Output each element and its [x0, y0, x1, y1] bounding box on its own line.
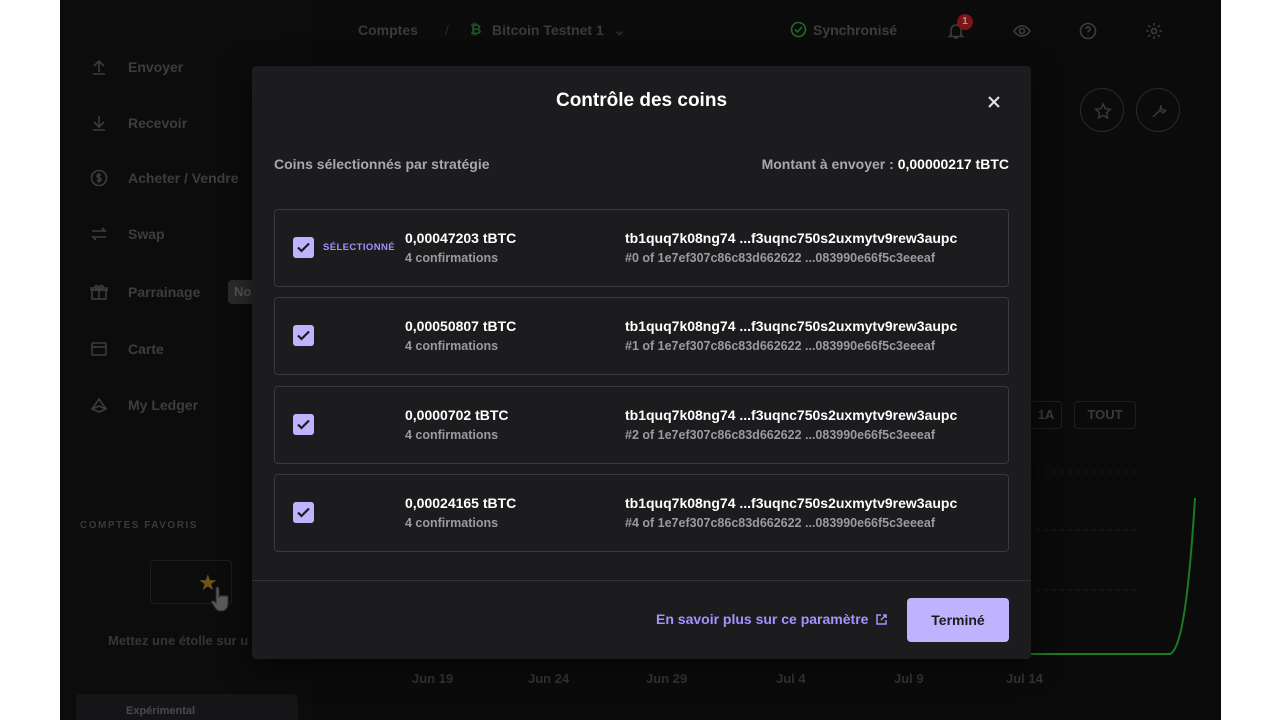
coin-transaction: #2 of 1e7ef307c86c83d662622 ...083990e66… — [625, 428, 935, 442]
checkmark-icon — [297, 330, 310, 341]
coin-amount: 0,0000702 tBTC — [405, 407, 509, 423]
coin-transaction: #4 of 1e7ef307c86c83d662622 ...083990e66… — [625, 516, 935, 530]
strategy-label: Coins sélectionnés par stratégie — [274, 156, 490, 172]
coin-row[interactable]: 0,00024165 tBTC 4 confirmations tb1quq7k… — [274, 474, 1009, 552]
coin-transaction: #1 of 1e7ef307c86c83d662622 ...083990e66… — [625, 339, 935, 353]
coin-row[interactable]: SÉLECTIONNÉ 0,00047203 tBTC 4 confirmati… — [274, 209, 1009, 287]
checkmark-icon — [297, 507, 310, 518]
coin-row[interactable]: 0,0000702 tBTC 4 confirmations tb1quq7k0… — [274, 386, 1009, 464]
coin-address: tb1quq7k08ng74 ...f3uqnc750s2uxmytv9rew3… — [625, 230, 958, 246]
amount-label: Montant à envoyer : — [761, 156, 898, 172]
amount-value: 0,00000217 tBTC — [897, 156, 1009, 172]
coin-confirmations: 4 confirmations — [405, 339, 499, 353]
coin-row[interactable]: 0,00050807 tBTC 4 confirmations tb1quq7k… — [274, 297, 1009, 375]
app-window: Envoyer Recevoir Acheter / Vendre Swap P… — [60, 0, 1221, 720]
coin-confirmations: 4 confirmations — [405, 251, 499, 265]
coin-checkbox[interactable] — [293, 502, 314, 523]
coin-checkbox[interactable] — [293, 325, 314, 346]
coin-amount: 0,00050807 tBTC — [405, 318, 517, 334]
done-button[interactable]: Terminé — [907, 598, 1009, 642]
dialog-title: Contrôle des coins — [555, 90, 728, 111]
amount-to-send: Montant à envoyer : 0,00000217 tBTC — [762, 156, 1009, 172]
coin-control-dialog: Contrôle des coins Coins sélectionnés pa… — [252, 66, 1031, 659]
coin-confirmations: 4 confirmations — [405, 516, 499, 530]
learn-more-link[interactable]: En savoir plus sur ce paramètre — [656, 611, 888, 627]
coin-address: tb1quq7k08ng74 ...f3uqnc750s2uxmytv9rew3… — [625, 318, 958, 334]
coin-checkbox[interactable] — [293, 414, 314, 435]
selected-tag: SÉLECTIONNÉ — [323, 242, 395, 253]
external-link-icon — [876, 613, 888, 625]
learn-more-label: En savoir plus sur ce paramètre — [656, 611, 869, 627]
coin-confirmations: 4 confirmations — [405, 428, 499, 442]
coin-amount: 0,00024165 tBTC — [405, 495, 517, 511]
close-icon[interactable] — [984, 92, 1004, 112]
coin-transaction: #0 of 1e7ef307c86c83d662622 ...083990e66… — [625, 251, 935, 265]
checkmark-icon — [297, 242, 310, 253]
footer-divider — [252, 580, 1031, 581]
checkmark-icon — [297, 419, 310, 430]
coin-address: tb1quq7k08ng74 ...f3uqnc750s2uxmytv9rew3… — [625, 407, 958, 423]
coin-address: tb1quq7k08ng74 ...f3uqnc750s2uxmytv9rew3… — [625, 495, 958, 511]
coin-amount: 0,00047203 tBTC — [405, 230, 517, 246]
coin-checkbox[interactable] — [293, 237, 314, 258]
